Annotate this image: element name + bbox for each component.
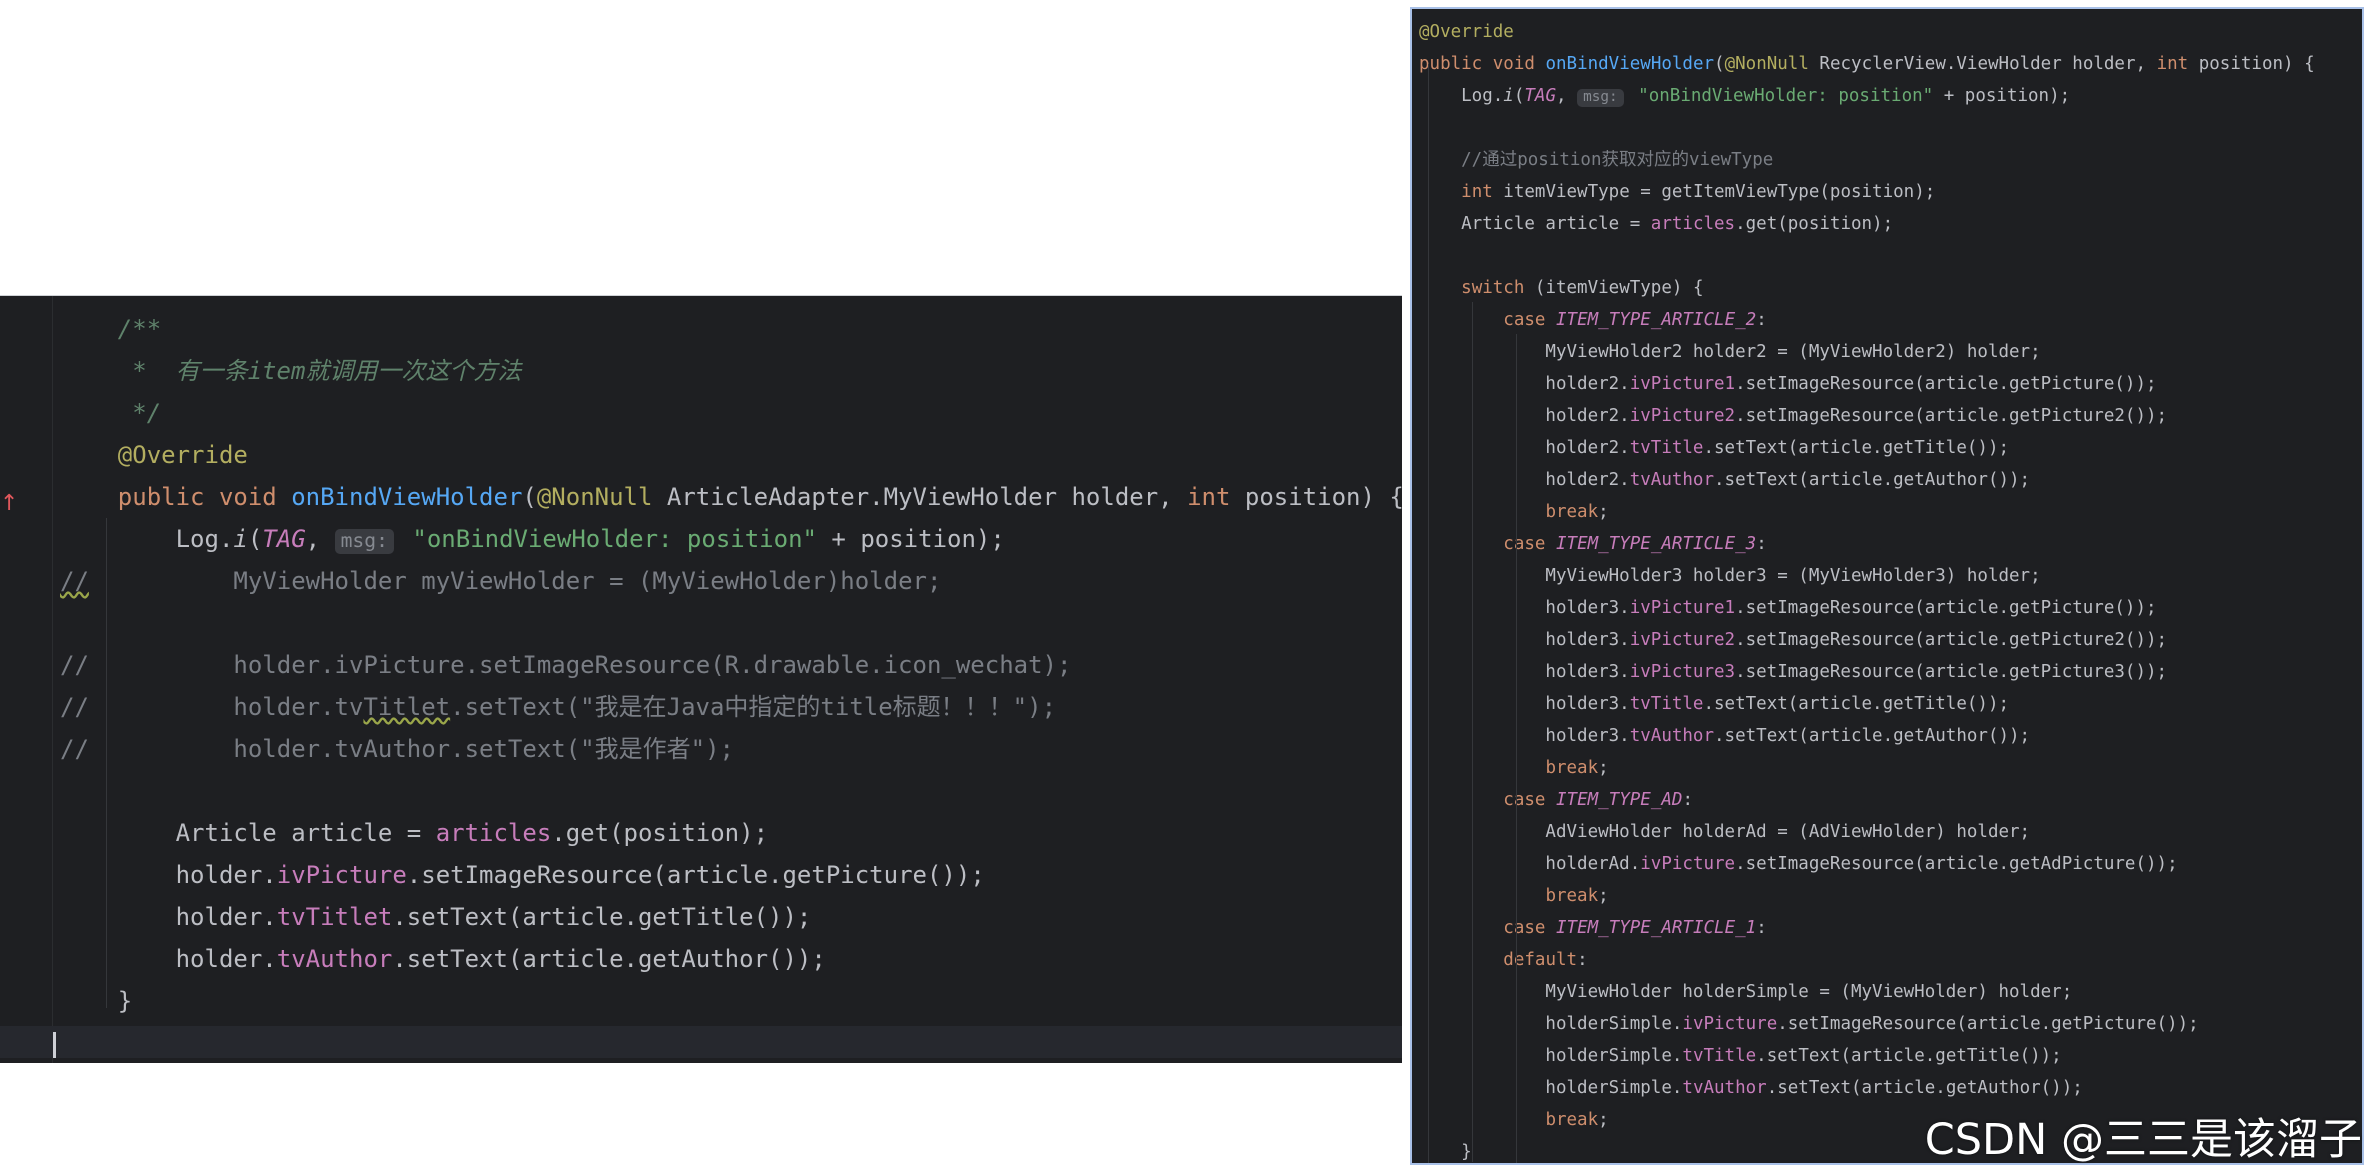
- code-line[interactable]: break;: [1419, 496, 2362, 528]
- code-line[interactable]: holder3.ivPicture3.setImageResource(arti…: [1419, 656, 2362, 688]
- code-line[interactable]: [1419, 240, 2362, 272]
- right-code-editor[interactable]: @Override public void onBindViewHolder(@N…: [1410, 7, 2364, 1165]
- code-line[interactable]: /**: [60, 308, 1402, 350]
- code-line[interactable]: int itemViewType = getItemViewType(posit…: [1419, 176, 2362, 208]
- code-line[interactable]: break;: [1419, 752, 2362, 784]
- code-line[interactable]: [1419, 112, 2362, 144]
- code-line[interactable]: holder2.tvAuthor.setText(article.getAuth…: [1419, 464, 2362, 496]
- code-line[interactable]: // holder.ivPicture.setImageResource(R.d…: [60, 644, 1402, 686]
- code-line[interactable]: holder.tvAuthor.setText(article.getAutho…: [60, 938, 1402, 980]
- code-line[interactable]: }: [60, 980, 1402, 1022]
- code-line[interactable]: Log.i(TAG, msg: "onBindViewHolder: posit…: [1419, 80, 2362, 112]
- code-line[interactable]: // holder.tvTitlet.setText("我是在Java中指定的t…: [60, 686, 1402, 728]
- text-caret: [53, 1032, 56, 1058]
- code-line[interactable]: [60, 1022, 1402, 1063]
- code-line[interactable]: * 有一条item就调用一次这个方法: [60, 350, 1402, 392]
- code-line[interactable]: Article article = articles.get(position)…: [1419, 208, 2362, 240]
- code-line[interactable]: holder2.ivPicture2.setImageResource(arti…: [1419, 400, 2362, 432]
- indent-guide: [1516, 334, 1517, 1163]
- code-line[interactable]: holder2.ivPicture1.setImageResource(arti…: [1419, 368, 2362, 400]
- code-line[interactable]: public void onBindViewHolder(@NonNull Ar…: [60, 476, 1402, 518]
- indent-guide: [1428, 64, 1429, 1163]
- code-line[interactable]: holderAd.ivPicture.setImageResource(arti…: [1419, 848, 2362, 880]
- code-line[interactable]: switch (itemViewType) {: [1419, 272, 2362, 304]
- code-line[interactable]: case ITEM_TYPE_ARTICLE_2:: [1419, 304, 2362, 336]
- code-line[interactable]: holder2.tvTitle.setText(article.getTitle…: [1419, 432, 2362, 464]
- code-line[interactable]: case ITEM_TYPE_AD:: [1419, 784, 2362, 816]
- code-line[interactable]: // holder.tvAuthor.setText("我是作者");: [60, 728, 1402, 770]
- code-line[interactable]: [60, 770, 1402, 812]
- code-line[interactable]: holder3.ivPicture2.setImageResource(arti…: [1419, 624, 2362, 656]
- indent-guide: [1472, 302, 1473, 1162]
- csdn-watermark: CSDN @三三是该溜子: [1924, 1115, 2362, 1165]
- gutter-divider: [52, 296, 53, 1063]
- code-line[interactable]: public void onBindViewHolder(@NonNull Re…: [1419, 48, 2362, 80]
- code-line[interactable]: case ITEM_TYPE_ARTICLE_1:: [1419, 912, 2362, 944]
- code-line[interactable]: holder3.ivPicture1.setImageResource(arti…: [1419, 592, 2362, 624]
- code-line[interactable]: holder3.tvAuthor.setText(article.getAuth…: [1419, 720, 2362, 752]
- code-line[interactable]: [60, 602, 1402, 644]
- code-line[interactable]: Log.i(TAG, msg: "onBindViewHolder: posit…: [60, 518, 1402, 560]
- code-line[interactable]: holderSimple.tvTitle.setText(article.get…: [1419, 1040, 2362, 1072]
- code-line[interactable]: Article article = articles.get(position)…: [60, 812, 1402, 854]
- code-line[interactable]: //通过position获取对应的viewType: [1419, 144, 2362, 176]
- code-line[interactable]: holderSimple.tvAuthor.setText(article.ge…: [1419, 1072, 2362, 1104]
- code-line[interactable]: holder.tvTitlet.setText(article.getTitle…: [60, 896, 1402, 938]
- code-line[interactable]: MyViewHolder holderSimple = (MyViewHolde…: [1419, 976, 2362, 1008]
- override-gutter-icon[interactable]: ↑: [0, 491, 18, 516]
- indent-guide: [106, 518, 107, 1008]
- code-line[interactable]: AdViewHolder holderAd = (AdViewHolder) h…: [1419, 816, 2362, 848]
- code-line[interactable]: */: [60, 392, 1402, 434]
- code-line[interactable]: @Override: [60, 434, 1402, 476]
- code-line[interactable]: MyViewHolder2 holder2 = (MyViewHolder2) …: [1419, 336, 2362, 368]
- code-line[interactable]: break;: [1419, 880, 2362, 912]
- code-line[interactable]: holderSimple.ivPicture.setImageResource(…: [1419, 1008, 2362, 1040]
- code-line[interactable]: default:: [1419, 944, 2362, 976]
- code-line[interactable]: @Override: [1419, 16, 2362, 48]
- left-code-editor[interactable]: ↑ /** * 有一条item就调用一次这个方法 */ @Override pu…: [0, 295, 1402, 1063]
- code-line[interactable]: MyViewHolder3 holder3 = (MyViewHolder3) …: [1419, 560, 2362, 592]
- code-line[interactable]: case ITEM_TYPE_ARTICLE_3:: [1419, 528, 2362, 560]
- code-line[interactable]: holder3.tvTitle.setText(article.getTitle…: [1419, 688, 2362, 720]
- code-line[interactable]: // MyViewHolder myViewHolder = (MyViewHo…: [60, 560, 1402, 602]
- code-line[interactable]: holder.ivPicture.setImageResource(articl…: [60, 854, 1402, 896]
